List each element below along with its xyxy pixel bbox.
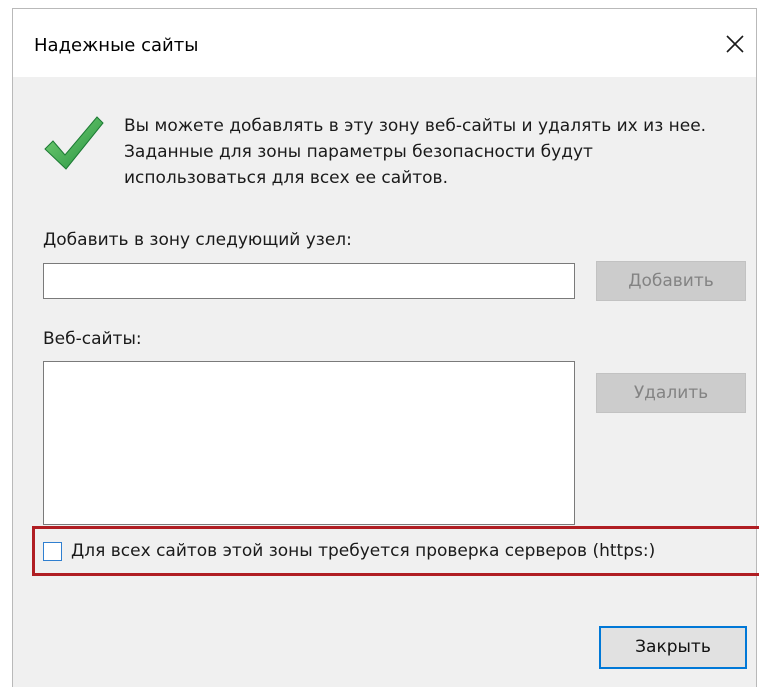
close-icon [726,35,744,53]
title-bar: Надежные сайты [13,9,756,77]
https-checkbox-row[interactable]: Для всех сайтов этой зоны требуется пров… [43,541,655,561]
zone-description: Вы можете добавлять в эту зону веб-сайты… [124,116,707,188]
trusted-sites-dialog: Надежные сайты Вы можете добавлять в эту… [12,8,759,687]
add-host-label: Добавить в зону следующий узел: [43,230,352,250]
https-checkbox-label: Для всех сайтов этой зоны требуется пров… [71,541,656,561]
websites-list[interactable] [43,361,575,525]
dialog-title: Надежные сайты [34,35,199,56]
checkmark-icon [41,111,105,175]
close-window-button[interactable] [718,27,752,61]
https-checkbox[interactable] [43,541,62,561]
websites-label: Веб-сайты: [43,329,142,349]
add-button[interactable]: Добавить [596,261,746,301]
remove-button[interactable]: Удалить [596,373,746,413]
host-input[interactable] [43,263,575,299]
close-button[interactable]: Закрыть [599,626,747,669]
